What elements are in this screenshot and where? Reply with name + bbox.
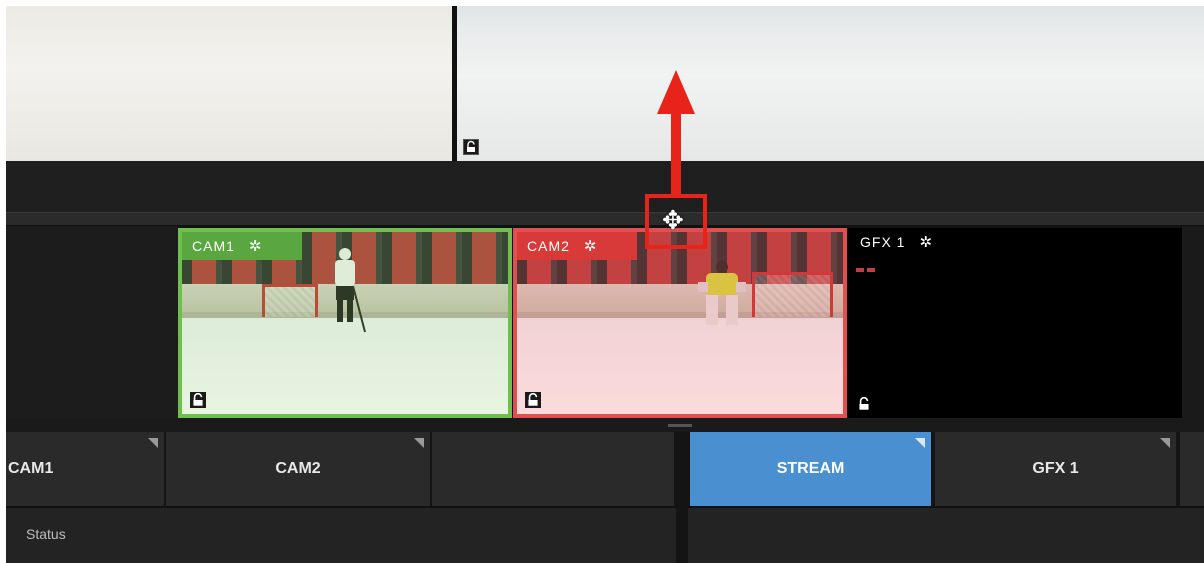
gear-icon[interactable]: ✲: [584, 237, 598, 255]
corner-indicator-icon: [148, 438, 158, 448]
status-label: Status: [26, 526, 66, 542]
status-panel-right: [688, 506, 1204, 563]
source-name: CAM2: [527, 238, 570, 254]
unlock-icon[interactable]: [190, 392, 206, 408]
unlock-icon[interactable]: [463, 139, 479, 155]
stream-button[interactable]: STREAM: [690, 432, 933, 506]
grip-icon[interactable]: [668, 424, 692, 427]
audio-meter: [856, 268, 878, 272]
status-panel-left: [6, 506, 676, 563]
move-icon[interactable]: ✥: [662, 207, 684, 233]
source-label-gfx1: GFX 1 ✲: [848, 228, 943, 256]
resize-separator[interactable]: [6, 212, 1204, 226]
preview-right[interactable]: [457, 6, 1204, 161]
corner-indicator-icon: [915, 438, 925, 448]
switch-button-empty[interactable]: [432, 432, 676, 506]
switch-button-gfx1[interactable]: GFX 1: [935, 432, 1178, 506]
corner-indicator-icon: [414, 438, 424, 448]
source-tile-cam1[interactable]: CAM1 ✲: [178, 228, 512, 418]
source-label-cam2: CAM2 ✲: [517, 232, 637, 260]
up-arrow-icon: [657, 70, 695, 196]
source-empty-slot: [6, 226, 178, 418]
source-label-cam1: CAM1 ✲: [182, 232, 302, 260]
button-label: GFX 1: [1032, 460, 1079, 477]
row-resize-handle[interactable]: [6, 418, 1204, 432]
panel-divider[interactable]: [676, 432, 688, 563]
source-tile-gfx1[interactable]: GFX 1 ✲: [848, 228, 1182, 418]
unlock-icon[interactable]: [525, 392, 541, 408]
unlock-icon[interactable]: [856, 396, 872, 412]
program-area-bottom: [6, 161, 1204, 212]
button-label: STREAM: [776, 460, 845, 477]
corner-indicator-icon: [1160, 438, 1170, 448]
switch-button-cam1[interactable]: CAM1: [6, 432, 166, 506]
source-name: GFX 1: [860, 234, 906, 250]
button-label: CAM2: [275, 460, 321, 477]
gear-icon[interactable]: ✲: [919, 233, 933, 251]
gear-icon[interactable]: ✲: [249, 237, 263, 255]
preview-left[interactable]: [6, 6, 452, 161]
button-label: CAM1: [8, 460, 54, 477]
switch-button-partial[interactable]: [1180, 432, 1204, 506]
switch-button-cam2[interactable]: CAM2: [166, 432, 432, 506]
source-row-edge: [1182, 226, 1204, 418]
source-tile-cam2[interactable]: CAM2 ✲: [513, 228, 847, 418]
source-name: CAM1: [192, 238, 235, 254]
